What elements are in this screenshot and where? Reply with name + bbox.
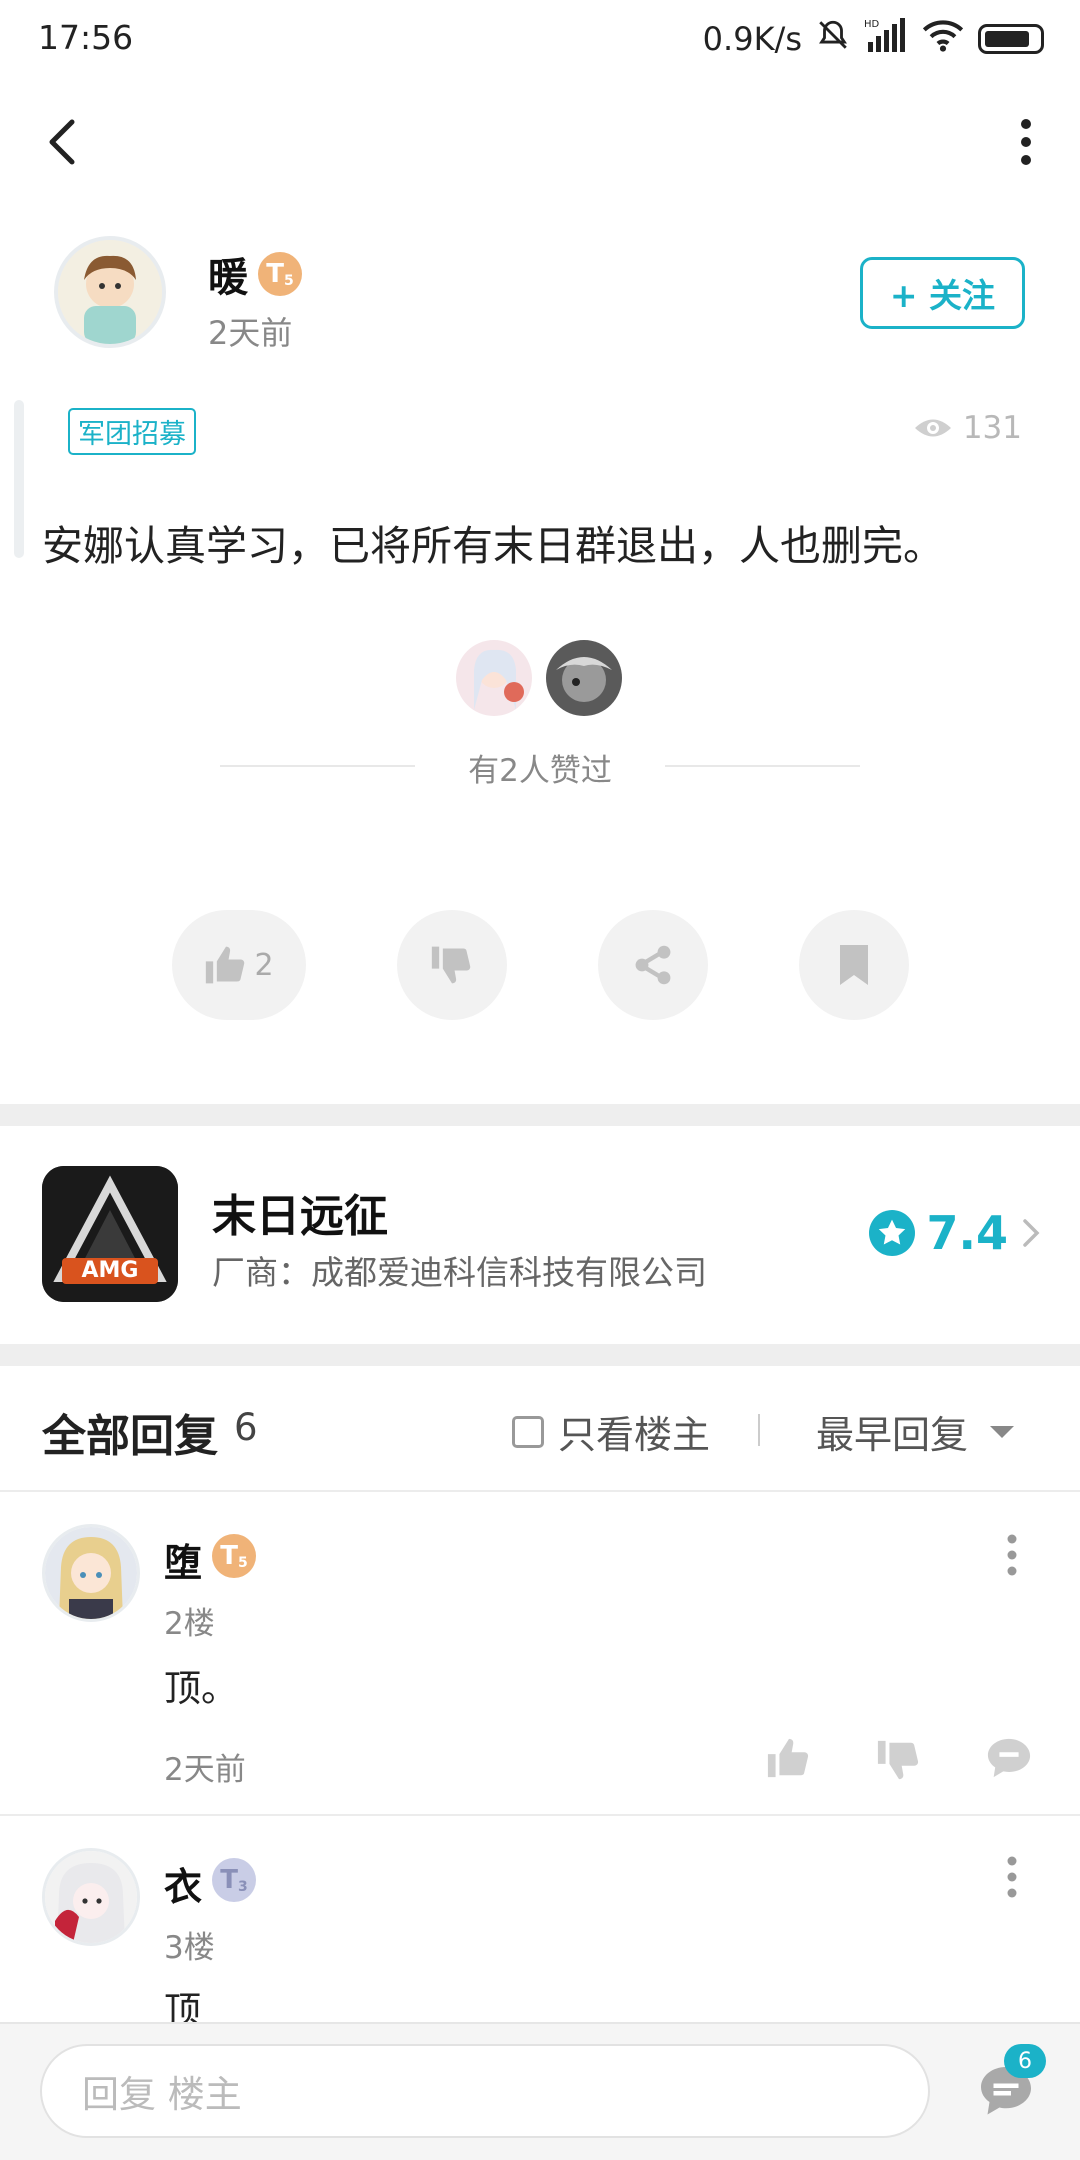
bookmark-button[interactable] bbox=[799, 910, 909, 1020]
star-icon bbox=[868, 1210, 915, 1256]
share-icon bbox=[635, 945, 671, 985]
liker-avatar[interactable] bbox=[456, 640, 532, 716]
divider-line bbox=[0, 1490, 1080, 1492]
view-count: 131 bbox=[913, 410, 1022, 446]
reply-more-button[interactable] bbox=[1002, 1852, 1022, 1902]
game-vendor: 厂商：成都爱迪科信科技有限公司 bbox=[212, 1253, 707, 1292]
replies-count: 6 bbox=[234, 1406, 258, 1449]
game-icon[interactable]: AMG bbox=[42, 1166, 178, 1302]
reply-avatar[interactable] bbox=[42, 1524, 140, 1622]
section-divider bbox=[0, 1344, 1080, 1366]
author-avatar[interactable] bbox=[54, 236, 166, 348]
thumbs-down-icon bbox=[431, 946, 471, 984]
reply-floor: 3楼 bbox=[164, 1930, 215, 1966]
signal-icon: HD bbox=[864, 18, 908, 60]
reply-input[interactable]: 回复 楼主 bbox=[40, 2044, 930, 2138]
more-vertical-icon bbox=[1021, 119, 1031, 165]
checkbox-icon[interactable] bbox=[512, 1415, 544, 1448]
reply-author-name[interactable]: 衣 bbox=[164, 1856, 202, 1911]
likers-text: 有2人赞过 bbox=[468, 753, 612, 789]
replies-title: 全部回复 bbox=[42, 1411, 218, 1462]
reply-dislike-button[interactable] bbox=[876, 1738, 922, 1786]
chevron-left-icon bbox=[49, 119, 75, 165]
wifi-icon bbox=[922, 18, 964, 60]
triangle-down-icon bbox=[990, 1425, 1015, 1438]
liker-avatar[interactable] bbox=[546, 640, 622, 716]
eye-icon bbox=[914, 419, 951, 437]
reply-author-name[interactable]: 堕 bbox=[164, 1532, 202, 1587]
thumbs-down-icon bbox=[877, 1740, 919, 1780]
author-name[interactable]: 暖 bbox=[208, 245, 248, 303]
post-body: 安娜认真学习，已将所有末日群退出，人也删完。 bbox=[42, 522, 944, 570]
dislike-button[interactable] bbox=[397, 910, 507, 1020]
back-button[interactable] bbox=[38, 112, 88, 172]
status-time: 17:56 bbox=[38, 18, 134, 57]
battery-icon bbox=[978, 24, 1044, 54]
hd-label: HD bbox=[864, 19, 880, 30]
reply-comment-button[interactable] bbox=[986, 1736, 1032, 1784]
comment-count-badge: 6 bbox=[1004, 2044, 1046, 2078]
separator bbox=[758, 1414, 760, 1446]
reply-avatar[interactable] bbox=[42, 1848, 140, 1946]
comment-icon bbox=[987, 1738, 1031, 1778]
reply-like-button[interactable] bbox=[766, 1736, 812, 1784]
share-button[interactable] bbox=[598, 910, 708, 1020]
status-icons: 0.9K/s HD bbox=[703, 18, 1044, 60]
sort-dropdown[interactable]: 最早回复 bbox=[816, 1404, 1016, 1459]
scroll-indicator bbox=[14, 400, 24, 558]
liker-avatars[interactable] bbox=[456, 640, 622, 716]
like-button[interactable]: 2 bbox=[172, 910, 306, 1020]
only-op-toggle[interactable]: 只看楼主 bbox=[512, 1404, 710, 1459]
post-time: 2天前 bbox=[208, 314, 293, 352]
level-badge: T3 bbox=[212, 1858, 256, 1902]
game-name[interactable]: 末日远征 bbox=[212, 1180, 388, 1244]
reply-floor: 2楼 bbox=[164, 1606, 215, 1642]
follow-button[interactable]: + 关注 bbox=[860, 257, 1025, 329]
more-options-button[interactable] bbox=[1006, 112, 1046, 172]
post-tag[interactable]: 军团招募 bbox=[68, 408, 196, 455]
net-speed: 0.9K/s bbox=[702, 20, 802, 58]
mute-bell-icon bbox=[816, 18, 850, 60]
divider-line bbox=[0, 1814, 1080, 1816]
thumbs-up-icon bbox=[767, 1738, 809, 1778]
section-divider bbox=[0, 1104, 1080, 1126]
game-rating[interactable]: 7.4 bbox=[868, 1206, 1043, 1260]
reply-time: 2天前 bbox=[164, 1752, 246, 1788]
chevron-right-icon bbox=[1023, 1219, 1040, 1247]
level-badge: T5 bbox=[212, 1534, 256, 1578]
bookmark-icon bbox=[840, 945, 868, 985]
more-vertical-icon bbox=[1007, 1856, 1017, 1898]
level-badge: T5 bbox=[258, 252, 302, 296]
reply-text: 顶。 bbox=[164, 1667, 238, 1710]
game-icon-text: AMG bbox=[81, 1258, 139, 1283]
thumbs-up-icon bbox=[206, 946, 245, 984]
more-vertical-icon bbox=[1007, 1534, 1017, 1576]
reply-more-button[interactable] bbox=[1002, 1530, 1022, 1580]
